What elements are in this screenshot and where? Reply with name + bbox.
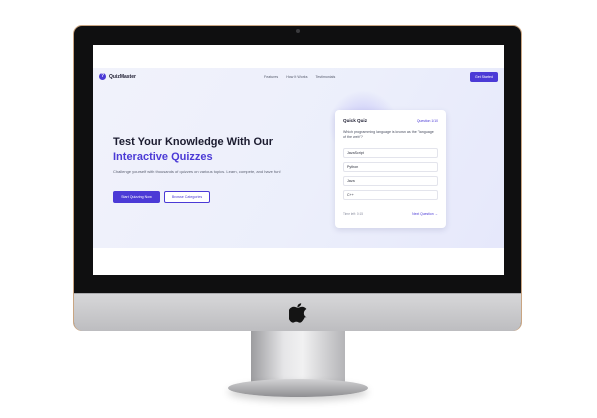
brand-name: QuizMaster [109, 73, 136, 80]
apple-logo-icon [289, 303, 307, 323]
monitor-stand [251, 331, 345, 384]
nav-link-how-it-works[interactable]: How It Works [286, 75, 307, 79]
monitor-base [228, 379, 368, 397]
question-icon: ? [99, 73, 106, 80]
hero-subtitle: Challenge yourself with thousands of qui… [113, 169, 281, 174]
quiz-card: Quick Quiz Question 1/10 Which programmi… [335, 110, 446, 228]
nav-links: Features How It Works Testimonials [264, 75, 335, 79]
camera-dot [296, 29, 300, 33]
browse-categories-button[interactable]: Browse Categories [164, 191, 210, 203]
quiz-timer: Time left: 0:15 [343, 212, 364, 216]
hero-title-line: Test Your Knowledge With Our [113, 136, 274, 148]
navbar: ? QuizMaster Features How It Works Testi… [93, 68, 504, 86]
quiz-question: Which programming language is known as t… [343, 130, 434, 139]
screen: ? QuizMaster Features How It Works Testi… [93, 45, 504, 275]
start-quizzing-button[interactable]: Start Quizzing Now [113, 191, 160, 203]
quiz-title: Quick Quiz [343, 118, 367, 123]
answer-option[interactable]: JavaScript [343, 148, 438, 158]
nav-link-features[interactable]: Features [264, 75, 278, 79]
next-question-link[interactable]: Next Question → [412, 212, 438, 216]
get-started-button[interactable]: Get Started [470, 72, 498, 82]
answer-option[interactable]: Python [343, 162, 438, 172]
brand[interactable]: ? QuizMaster [99, 73, 136, 80]
answer-option[interactable]: Java [343, 176, 438, 186]
hero-title-accent: Interactive Quizzes [113, 151, 213, 163]
answer-option[interactable]: C++ [343, 190, 438, 200]
question-counter: Question 1/10 [416, 119, 438, 123]
answer-options: JavaScript Python Java C++ [343, 148, 438, 204]
hero-title: Test Your Knowledge With Our Interactive… [113, 135, 303, 165]
imac-mockup: ? QuizMaster Features How It Works Testi… [0, 0, 597, 418]
nav-link-testimonials[interactable]: Testimonials [316, 75, 336, 79]
